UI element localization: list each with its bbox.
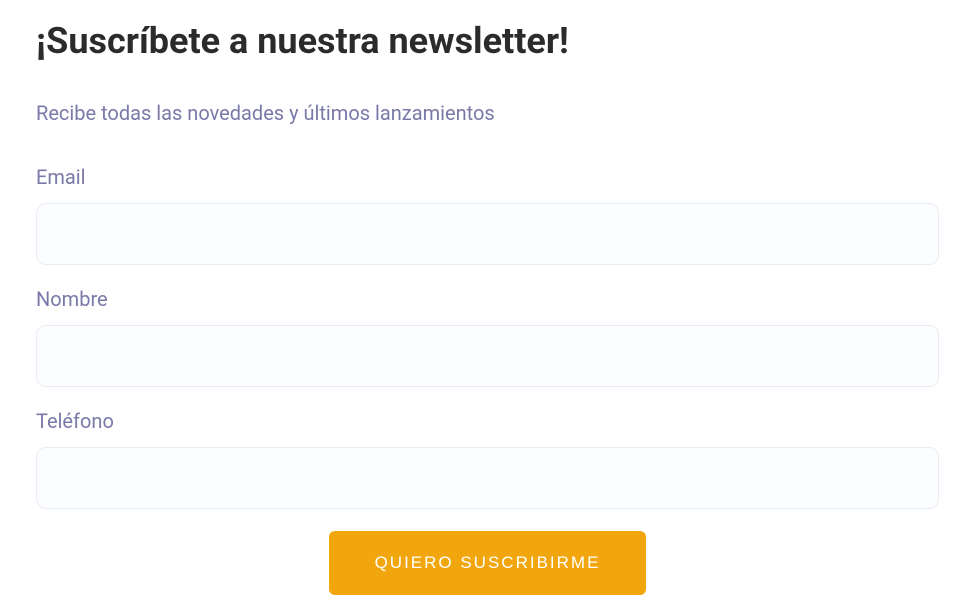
page-heading: ¡Suscríbete a nuestra newsletter!: [36, 20, 939, 63]
name-field[interactable]: [36, 325, 939, 387]
form-group-email: Email: [36, 165, 939, 265]
phone-label: Teléfono: [36, 409, 939, 433]
subscribe-button[interactable]: QUIERO SUSCRIBIRME: [329, 531, 647, 595]
page-subtitle: Recibe todas las novedades y últimos lan…: [36, 101, 939, 125]
email-label: Email: [36, 165, 939, 189]
name-label: Nombre: [36, 287, 939, 311]
email-field[interactable]: [36, 203, 939, 265]
form-group-phone: Teléfono: [36, 409, 939, 509]
submit-row: QUIERO SUSCRIBIRME: [36, 531, 939, 595]
phone-field[interactable]: [36, 447, 939, 509]
form-group-name: Nombre: [36, 287, 939, 387]
